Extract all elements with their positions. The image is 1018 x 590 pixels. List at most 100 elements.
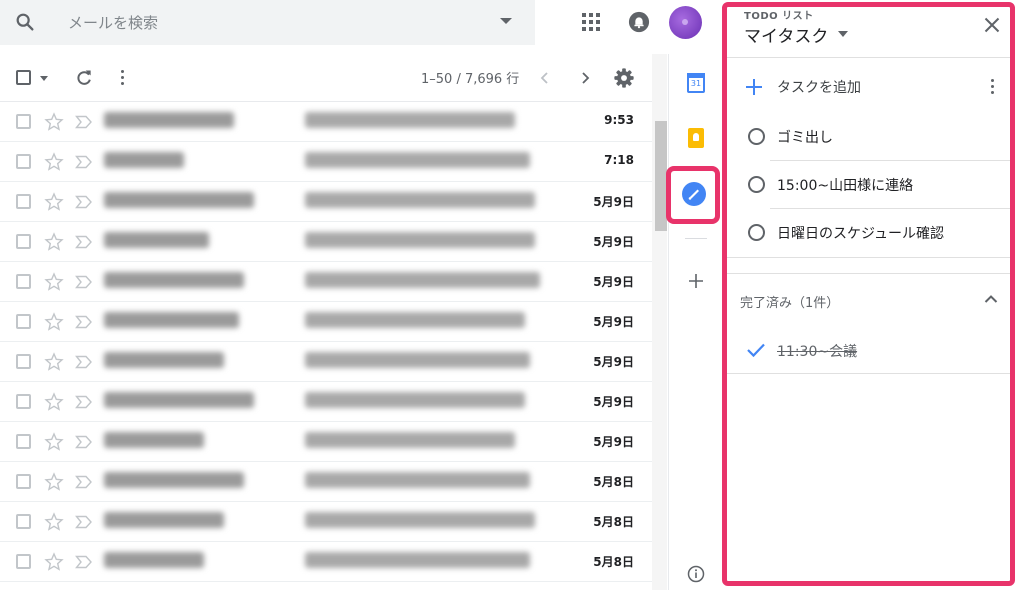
email-row[interactable]: 5月9日	[0, 182, 652, 222]
star-icon[interactable]	[44, 112, 64, 132]
email-date: 5月8日	[593, 475, 634, 489]
star-icon[interactable]	[44, 432, 64, 452]
email-subject	[305, 391, 545, 409]
list-options-icon[interactable]	[989, 77, 995, 95]
row-checkbox[interactable]	[16, 314, 31, 329]
email-subject	[305, 231, 545, 249]
task-complete-circle-icon[interactable]	[748, 128, 765, 145]
row-checkbox[interactable]	[16, 274, 31, 289]
row-checkbox[interactable]	[16, 474, 31, 489]
refresh-icon[interactable]	[74, 68, 94, 88]
task-item[interactable]: ゴミ出し	[727, 113, 1010, 161]
task-title[interactable]: 15:00~山田様に連絡	[777, 175, 913, 195]
row-checkbox[interactable]	[16, 514, 31, 529]
row-checkbox[interactable]	[16, 354, 31, 369]
row-checkbox[interactable]	[16, 194, 31, 209]
email-sender	[104, 391, 254, 409]
important-marker-icon[interactable]	[75, 195, 93, 209]
add-addon-plus-icon[interactable]	[688, 273, 704, 289]
select-menu-caret-icon[interactable]	[40, 76, 48, 81]
important-marker-icon[interactable]	[75, 515, 93, 529]
keep-icon[interactable]	[688, 128, 704, 148]
star-icon[interactable]	[44, 192, 64, 212]
email-subject	[305, 351, 545, 369]
email-subject	[305, 151, 545, 169]
star-icon[interactable]	[44, 512, 64, 532]
important-marker-icon[interactable]	[75, 115, 93, 129]
important-marker-icon[interactable]	[75, 235, 93, 249]
email-subject	[305, 471, 545, 489]
email-row[interactable]: 7:18	[0, 142, 652, 182]
important-marker-icon[interactable]	[75, 315, 93, 329]
chevron-up-icon[interactable]	[984, 294, 998, 304]
previous-page-icon[interactable]	[537, 70, 553, 86]
email-row[interactable]: 5月9日	[0, 262, 652, 302]
add-task-button[interactable]: タスクを追加	[777, 77, 861, 97]
star-icon[interactable]	[44, 152, 64, 172]
important-marker-icon[interactable]	[75, 555, 93, 569]
task-complete-circle-icon[interactable]	[748, 224, 765, 241]
tasks-button[interactable]	[666, 166, 720, 224]
email-date: 5月8日	[593, 555, 634, 569]
top-bar: メールを検索	[0, 0, 665, 45]
email-row[interactable]: 5月8日	[0, 462, 652, 502]
completed-section-header[interactable]: 完了済み（1件）	[740, 292, 839, 311]
important-marker-icon[interactable]	[75, 275, 93, 289]
important-marker-icon[interactable]	[75, 435, 93, 449]
search-bar[interactable]: メールを検索	[0, 0, 535, 45]
account-avatar[interactable]	[669, 6, 702, 39]
row-checkbox[interactable]	[16, 554, 31, 569]
star-icon[interactable]	[44, 472, 64, 492]
more-options-icon[interactable]	[116, 68, 128, 88]
task-list-title[interactable]: マイタスク	[744, 22, 828, 47]
email-row[interactable]: 5月9日	[0, 422, 652, 462]
email-date: 5月9日	[593, 315, 634, 329]
search-input[interactable]: メールを検索	[68, 12, 158, 33]
calendar-day-number: 31	[690, 79, 702, 88]
search-options-dropdown-icon[interactable]	[500, 18, 512, 24]
select-all-checkbox[interactable]	[16, 70, 31, 85]
email-row[interactable]: 5月9日	[0, 222, 652, 262]
important-marker-icon[interactable]	[75, 355, 93, 369]
important-marker-icon[interactable]	[75, 395, 93, 409]
email-date: 9:53	[604, 113, 634, 127]
email-row[interactable]: 5月9日	[0, 302, 652, 342]
important-marker-icon[interactable]	[75, 155, 93, 169]
checkmark-icon[interactable]	[746, 342, 766, 358]
completed-task-item[interactable]: 11:30~会議	[727, 329, 1010, 377]
email-row[interactable]: 9:53	[0, 102, 652, 142]
task-title[interactable]: 日曜日のスケジュール確認	[777, 223, 944, 243]
row-checkbox[interactable]	[16, 394, 31, 409]
add-task-plus-icon[interactable]	[745, 78, 763, 96]
email-sender	[104, 271, 254, 289]
star-icon[interactable]	[44, 352, 64, 372]
calendar-icon[interactable]: 31	[687, 73, 705, 93]
settings-gear-icon[interactable]	[613, 67, 635, 89]
row-checkbox[interactable]	[16, 434, 31, 449]
email-row[interactable]: 5月8日	[0, 502, 652, 542]
email-row[interactable]: 5月8日	[0, 542, 652, 582]
important-marker-icon[interactable]	[75, 475, 93, 489]
email-row[interactable]: 5月9日	[0, 342, 652, 382]
star-icon[interactable]	[44, 552, 64, 572]
info-icon[interactable]	[687, 565, 705, 583]
star-icon[interactable]	[44, 272, 64, 292]
task-item[interactable]: 日曜日のスケジュール確認	[727, 209, 1010, 257]
email-row[interactable]: 5月9日	[0, 382, 652, 422]
notifications-bell-icon[interactable]	[628, 11, 650, 33]
apps-grid-icon[interactable]	[582, 13, 600, 31]
star-icon[interactable]	[44, 232, 64, 252]
completed-task-title[interactable]: 11:30~会議	[777, 341, 857, 361]
search-icon[interactable]	[14, 11, 36, 33]
task-title[interactable]: ゴミ出し	[777, 127, 833, 147]
row-checkbox[interactable]	[16, 114, 31, 129]
task-complete-circle-icon[interactable]	[748, 176, 765, 193]
row-checkbox[interactable]	[16, 154, 31, 169]
close-icon[interactable]	[984, 17, 1000, 33]
next-page-icon[interactable]	[577, 70, 593, 86]
row-checkbox[interactable]	[16, 234, 31, 249]
star-icon[interactable]	[44, 392, 64, 412]
task-list-dropdown-icon[interactable]	[838, 31, 848, 37]
task-item[interactable]: 15:00~山田様に連絡	[727, 161, 1010, 209]
star-icon[interactable]	[44, 312, 64, 332]
